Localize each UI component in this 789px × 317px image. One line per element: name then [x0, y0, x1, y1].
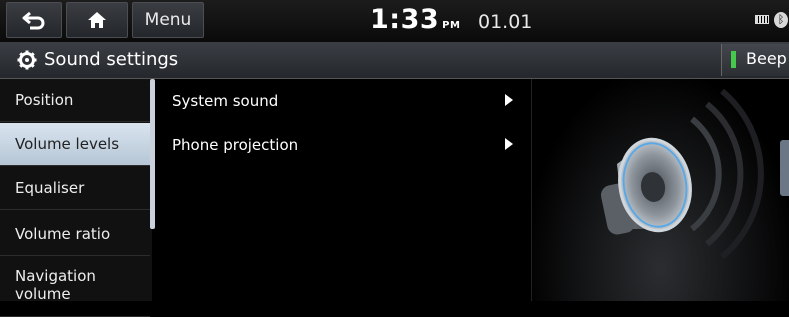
list-item-system-sound[interactable]: System sound	[156, 79, 530, 123]
side-panel-handle[interactable]	[780, 140, 789, 196]
speaker-icon	[600, 88, 764, 260]
sidebar-scrollbar[interactable]	[150, 79, 155, 229]
clock-time: 1:33	[370, 4, 440, 35]
sidebar-item-equaliser[interactable]: Equaliser	[0, 167, 150, 210]
sidebar-item-position[interactable]: Position	[0, 79, 150, 122]
sidebar-item-label: Position	[15, 91, 74, 109]
beep-indicator	[731, 51, 736, 68]
status-bar: Menu 1:33 PM 01.01 ᛒ	[0, 0, 789, 42]
home-icon	[88, 12, 106, 28]
battery-icon	[755, 15, 769, 24]
beep-button[interactable]: Beep	[721, 44, 789, 76]
sidebar-item-volume-ratio[interactable]: Volume ratio	[0, 213, 150, 256]
back-icon	[22, 11, 45, 30]
sidebar-item-navigation-volume[interactable]: Navigation volume	[0, 257, 150, 317]
list-item-label: System sound	[172, 92, 279, 110]
back-button[interactable]	[6, 2, 62, 38]
chevron-right-icon	[505, 138, 513, 150]
bluetooth-icon: ᛒ	[774, 12, 788, 28]
sidebar-item-volume-levels[interactable]: Volume levels	[0, 123, 150, 166]
clock: 1:33 PM	[370, 4, 460, 35]
chevron-right-icon	[505, 94, 513, 106]
sidebar: Position Volume levels Equaliser Volume …	[0, 79, 152, 317]
list-item-label: Phone projection	[172, 136, 299, 154]
home-button[interactable]	[66, 2, 128, 38]
beep-label: Beep	[746, 49, 787, 68]
menu-button[interactable]: Menu	[132, 2, 204, 38]
page-title: Sound settings	[44, 49, 179, 70]
clock-ampm: PM	[442, 20, 461, 31]
sidebar-item-label: Volume levels	[15, 135, 120, 153]
sidebar-item-label: Volume ratio	[15, 225, 111, 243]
settings-list: System sound Phone projection	[156, 79, 530, 301]
sidebar-item-label: Equaliser	[15, 179, 85, 197]
date: 01.01	[478, 11, 533, 33]
gear-icon	[17, 50, 37, 70]
title-bar: Sound settings Beep	[0, 42, 789, 79]
list-item-phone-projection[interactable]: Phone projection	[156, 123, 530, 167]
speaker-illustration-panel	[531, 79, 789, 301]
sidebar-item-label: Navigation volume	[15, 267, 96, 303]
